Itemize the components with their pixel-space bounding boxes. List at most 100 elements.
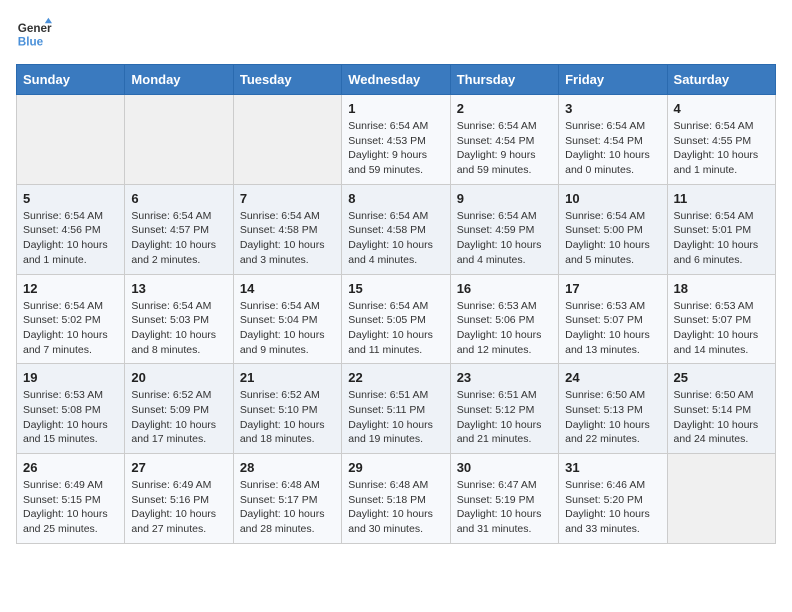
logo: General Blue bbox=[16, 16, 56, 52]
week-row-4: 19 Sunrise: 6:53 AMSunset: 5:08 PMDayligh… bbox=[17, 364, 776, 454]
calendar-cell: 18 Sunrise: 6:53 AMSunset: 5:07 PMDayligh… bbox=[667, 274, 775, 364]
day-number: 9 bbox=[457, 191, 552, 206]
calendar-cell: 9 Sunrise: 6:54 AMSunset: 4:59 PMDaylight… bbox=[450, 184, 558, 274]
week-row-1: 1Sunrise: 6:54 AMSunset: 4:53 PMDaylight… bbox=[17, 95, 776, 185]
day-info: Sunrise: 6:54 AMSunset: 5:02 PMDaylight:… bbox=[23, 299, 118, 358]
day-info: Sunrise: 6:54 AMSunset: 4:59 PMDaylight:… bbox=[457, 209, 552, 268]
day-number: 3 bbox=[565, 101, 660, 116]
calendar-cell: 3 Sunrise: 6:54 AMSunset: 4:54 PMDaylight… bbox=[559, 95, 667, 185]
day-number: 4 bbox=[674, 101, 769, 116]
day-number: 11 bbox=[674, 191, 769, 206]
calendar-cell: 6 Sunrise: 6:54 AMSunset: 4:57 PMDaylight… bbox=[125, 184, 233, 274]
day-number: 13 bbox=[131, 281, 226, 296]
calendar-cell: 31 Sunrise: 6:46 AMSunset: 5:20 PMDayligh… bbox=[559, 454, 667, 544]
day-number: 20 bbox=[131, 370, 226, 385]
calendar-cell: 8 Sunrise: 6:54 AMSunset: 4:58 PMDaylight… bbox=[342, 184, 450, 274]
day-info: Sunrise: 6:54 AMSunset: 4:57 PMDaylight:… bbox=[131, 209, 226, 268]
day-info: Sunrise: 6:54 AMSunset: 5:03 PMDaylight:… bbox=[131, 299, 226, 358]
day-number: 31 bbox=[565, 460, 660, 475]
day-info: Sunrise: 6:54 AMSunset: 4:58 PMDaylight:… bbox=[240, 209, 335, 268]
day-info: Sunrise: 6:48 AMSunset: 5:18 PMDaylight:… bbox=[348, 478, 443, 537]
day-number: 2 bbox=[457, 101, 552, 116]
day-number: 7 bbox=[240, 191, 335, 206]
calendar-cell: 19 Sunrise: 6:53 AMSunset: 5:08 PMDayligh… bbox=[17, 364, 125, 454]
day-number: 22 bbox=[348, 370, 443, 385]
day-number: 21 bbox=[240, 370, 335, 385]
day-info: Sunrise: 6:51 AMSunset: 5:11 PMDaylight:… bbox=[348, 388, 443, 447]
calendar-cell: 12Sunrise: 6:54 AMSunset: 5:02 PMDayligh… bbox=[17, 274, 125, 364]
logo-icon: General Blue bbox=[16, 16, 52, 52]
calendar-cell: 5 Sunrise: 6:54 AMSunset: 4:56 PMDaylight… bbox=[17, 184, 125, 274]
day-info: Sunrise: 6:54 AMSunset: 4:54 PMDaylight:… bbox=[565, 119, 660, 178]
day-info: Sunrise: 6:52 AMSunset: 5:10 PMDaylight:… bbox=[240, 388, 335, 447]
calendar-cell: 2 Sunrise: 6:54 AMSunset: 4:54 PMDaylight… bbox=[450, 95, 558, 185]
day-header-monday: Monday bbox=[125, 65, 233, 95]
calendar-cell bbox=[233, 95, 341, 185]
day-number: 17 bbox=[565, 281, 660, 296]
svg-text:General: General bbox=[18, 22, 52, 35]
day-info: Sunrise: 6:54 AMSunset: 4:58 PMDaylight:… bbox=[348, 209, 443, 268]
calendar-cell bbox=[667, 454, 775, 544]
calendar-cell: 21 Sunrise: 6:52 AMSunset: 5:10 PMDayligh… bbox=[233, 364, 341, 454]
day-info: Sunrise: 6:53 AMSunset: 5:06 PMDaylight:… bbox=[457, 299, 552, 358]
day-header-wednesday: Wednesday bbox=[342, 65, 450, 95]
calendar-cell: 25 Sunrise: 6:50 AMSunset: 5:14 PMDayligh… bbox=[667, 364, 775, 454]
day-info: Sunrise: 6:53 AMSunset: 5:07 PMDaylight:… bbox=[674, 299, 769, 358]
day-number: 27 bbox=[131, 460, 226, 475]
week-row-5: 26Sunrise: 6:49 AMSunset: 5:15 PMDayligh… bbox=[17, 454, 776, 544]
day-number: 10 bbox=[565, 191, 660, 206]
day-number: 5 bbox=[23, 191, 118, 206]
day-info: Sunrise: 6:46 AMSunset: 5:20 PMDaylight:… bbox=[565, 478, 660, 537]
week-row-3: 12Sunrise: 6:54 AMSunset: 5:02 PMDayligh… bbox=[17, 274, 776, 364]
day-info: Sunrise: 6:47 AMSunset: 5:19 PMDaylight:… bbox=[457, 478, 552, 537]
calendar-cell: 28 Sunrise: 6:48 AMSunset: 5:17 PMDayligh… bbox=[233, 454, 341, 544]
day-info: Sunrise: 6:51 AMSunset: 5:12 PMDaylight:… bbox=[457, 388, 552, 447]
day-info: Sunrise: 6:49 AMSunset: 5:15 PMDaylight:… bbox=[23, 478, 118, 537]
day-number: 25 bbox=[674, 370, 769, 385]
day-info: Sunrise: 6:49 AMSunset: 5:16 PMDaylight:… bbox=[131, 478, 226, 537]
calendar-cell: 20 Sunrise: 6:52 AMSunset: 5:09 PMDayligh… bbox=[125, 364, 233, 454]
day-info: Sunrise: 6:50 AMSunset: 5:14 PMDaylight:… bbox=[674, 388, 769, 447]
day-number: 8 bbox=[348, 191, 443, 206]
calendar-cell: 4 Sunrise: 6:54 AMSunset: 4:55 PMDaylight… bbox=[667, 95, 775, 185]
calendar-cell: 26Sunrise: 6:49 AMSunset: 5:15 PMDayligh… bbox=[17, 454, 125, 544]
calendar-cell bbox=[17, 95, 125, 185]
day-info: Sunrise: 6:54 AMSunset: 5:00 PMDaylight:… bbox=[565, 209, 660, 268]
day-header-saturday: Saturday bbox=[667, 65, 775, 95]
day-info: Sunrise: 6:50 AMSunset: 5:13 PMDaylight:… bbox=[565, 388, 660, 447]
calendar-cell: 29Sunrise: 6:48 AMSunset: 5:18 PMDayligh… bbox=[342, 454, 450, 544]
day-number: 23 bbox=[457, 370, 552, 385]
day-number: 18 bbox=[674, 281, 769, 296]
day-number: 24 bbox=[565, 370, 660, 385]
calendar-cell: 22 Sunrise: 6:51 AMSunset: 5:11 PMDayligh… bbox=[342, 364, 450, 454]
calendar-cell: 16 Sunrise: 6:53 AMSunset: 5:06 PMDayligh… bbox=[450, 274, 558, 364]
day-info: Sunrise: 6:54 AMSunset: 4:55 PMDaylight:… bbox=[674, 119, 769, 178]
calendar-cell: 24 Sunrise: 6:50 AMSunset: 5:13 PMDayligh… bbox=[559, 364, 667, 454]
calendar-cell bbox=[125, 95, 233, 185]
day-info: Sunrise: 6:54 AMSunset: 4:53 PMDaylight:… bbox=[348, 119, 443, 178]
day-info: Sunrise: 6:53 AMSunset: 5:08 PMDaylight:… bbox=[23, 388, 118, 447]
day-number: 6 bbox=[131, 191, 226, 206]
day-header-thursday: Thursday bbox=[450, 65, 558, 95]
day-number: 19 bbox=[23, 370, 118, 385]
page-header: General Blue bbox=[16, 16, 776, 52]
day-number: 28 bbox=[240, 460, 335, 475]
day-header-tuesday: Tuesday bbox=[233, 65, 341, 95]
day-header-row: SundayMondayTuesdayWednesdayThursdayFrid… bbox=[17, 65, 776, 95]
calendar-cell: 14Sunrise: 6:54 AMSunset: 5:04 PMDayligh… bbox=[233, 274, 341, 364]
day-info: Sunrise: 6:54 AMSunset: 5:05 PMDaylight:… bbox=[348, 299, 443, 358]
day-number: 16 bbox=[457, 281, 552, 296]
calendar-cell: 23 Sunrise: 6:51 AMSunset: 5:12 PMDayligh… bbox=[450, 364, 558, 454]
day-info: Sunrise: 6:48 AMSunset: 5:17 PMDaylight:… bbox=[240, 478, 335, 537]
day-info: Sunrise: 6:53 AMSunset: 5:07 PMDaylight:… bbox=[565, 299, 660, 358]
day-info: Sunrise: 6:54 AMSunset: 4:54 PMDaylight:… bbox=[457, 119, 552, 178]
calendar-cell: 7 Sunrise: 6:54 AMSunset: 4:58 PMDaylight… bbox=[233, 184, 341, 274]
calendar-cell: 27 Sunrise: 6:49 AMSunset: 5:16 PMDayligh… bbox=[125, 454, 233, 544]
day-info: Sunrise: 6:54 AMSunset: 5:04 PMDaylight:… bbox=[240, 299, 335, 358]
calendar-cell: 11Sunrise: 6:54 AMSunset: 5:01 PMDayligh… bbox=[667, 184, 775, 274]
calendar-table: SundayMondayTuesdayWednesdayThursdayFrid… bbox=[16, 64, 776, 544]
calendar-cell: 10 Sunrise: 6:54 AMSunset: 5:00 PMDayligh… bbox=[559, 184, 667, 274]
svg-text:Blue: Blue bbox=[18, 36, 44, 49]
day-info: Sunrise: 6:54 AMSunset: 4:56 PMDaylight:… bbox=[23, 209, 118, 268]
day-info: Sunrise: 6:52 AMSunset: 5:09 PMDaylight:… bbox=[131, 388, 226, 447]
